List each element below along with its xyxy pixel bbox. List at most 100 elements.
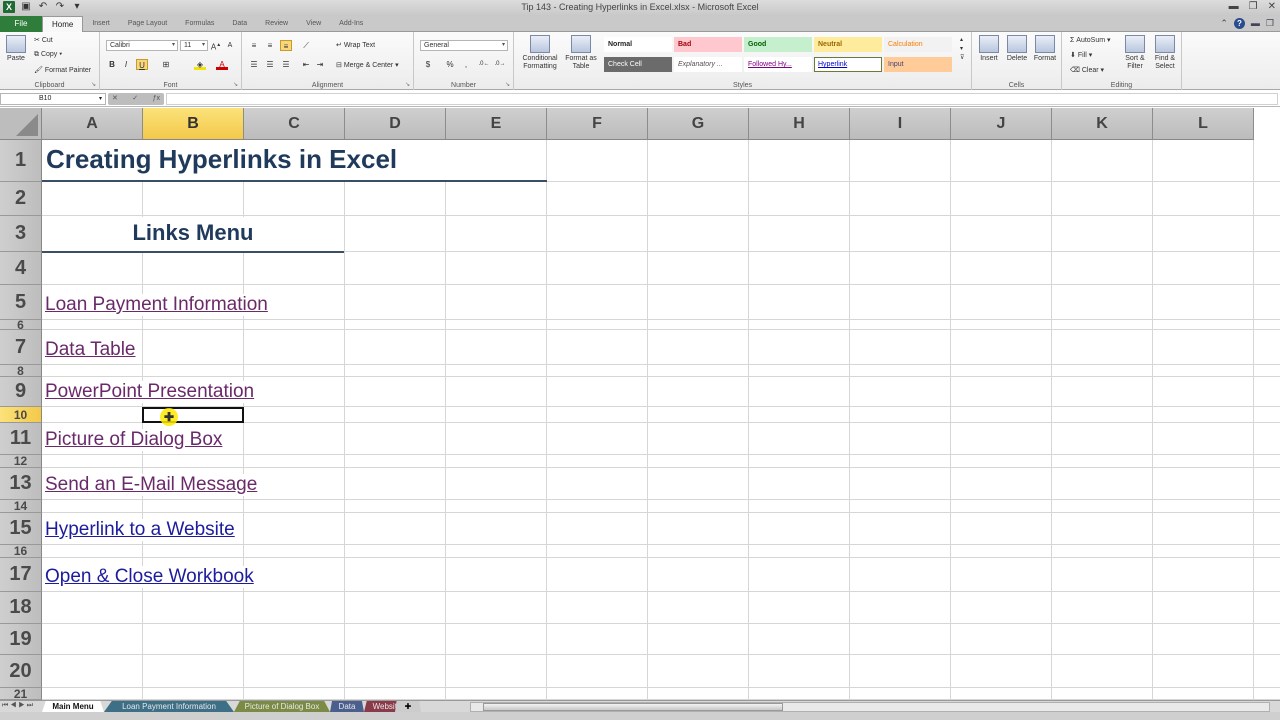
align-right-icon[interactable]: ☰ [280, 59, 292, 70]
align-center-icon[interactable]: ☰ [264, 59, 276, 70]
percent-button[interactable]: % [444, 59, 456, 70]
top-align-icon[interactable]: ≡ [248, 40, 260, 51]
hyperlink-hyperlink-to-a-website[interactable]: Hyperlink to a Website [45, 519, 235, 541]
dialog-launcher-icon[interactable]: ↘ [233, 81, 238, 88]
row-header-18[interactable]: 18 [0, 592, 42, 624]
horizontal-scrollbar[interactable] [470, 702, 1270, 712]
italic-button[interactable]: I [120, 59, 132, 70]
format-painter-button[interactable]: 🖌 Format Painter [34, 66, 91, 74]
row-header-15[interactable]: 15 [0, 513, 42, 545]
insert-sheet-icon[interactable]: ✚ [395, 701, 421, 712]
row-header-10[interactable]: 10 [0, 407, 42, 423]
hyperlink-open-close-workbook[interactable]: Open & Close Workbook [45, 566, 254, 588]
column-header-g[interactable]: G [648, 108, 749, 140]
row-header-12[interactable]: 12 [0, 455, 42, 468]
cell-style-neutral[interactable]: Neutral [814, 37, 882, 52]
worksheet-grid[interactable]: A B C D E F G H I J K L 1 2 3 4 5 6 7 8 9 10 11 12 13 14 15 16 17 18 1… [0, 108, 1280, 700]
decrease-indent-icon[interactable]: ⇤ [300, 59, 312, 70]
column-header-e[interactable]: E [446, 108, 547, 140]
dialog-launcher-icon[interactable]: ↘ [405, 81, 410, 88]
ribbon-minimize-icon[interactable]: ⌃ [1220, 18, 1228, 29]
tab-data[interactable]: Data [223, 16, 256, 32]
borders-icon[interactable]: ⊞ [160, 59, 172, 70]
autosum-button[interactable]: Σ AutoSum ▾ [1070, 36, 1111, 44]
cell-style-calculation[interactable]: Calculation [884, 37, 952, 52]
column-header-f[interactable]: F [547, 108, 648, 140]
cell-style-check-cell[interactable]: Check Cell [604, 57, 672, 72]
chevron-down-icon[interactable]: ▾ [99, 94, 102, 104]
comma-button[interactable]: , [460, 59, 472, 70]
hyperlink-picture-of-dialog-box[interactable]: Picture of Dialog Box [45, 429, 223, 451]
gallery-scroll-icon[interactable]: ▴ ▾ ⊽ [960, 36, 964, 63]
tab-formulas[interactable]: Formulas [176, 16, 223, 32]
align-left-icon[interactable]: ☰ [248, 59, 260, 70]
formula-input[interactable] [166, 93, 1278, 105]
number-format-select[interactable]: General ▾ [420, 40, 508, 51]
column-header-d[interactable]: D [345, 108, 446, 140]
clear-button[interactable]: ⌫ Clear ▾ [1070, 66, 1104, 74]
conditional-formatting-button[interactable]: Conditional Formatting [518, 35, 562, 71]
tab-file[interactable]: File [0, 16, 42, 32]
grow-font-icon[interactable]: A▲ [210, 40, 222, 52]
column-header-i[interactable]: I [850, 108, 951, 140]
row-header-21[interactable]: 21 [0, 688, 42, 700]
tab-home[interactable]: Home [42, 16, 84, 33]
tab-page-layout[interactable]: Page Layout [119, 16, 176, 32]
decrease-decimal-icon[interactable]: .0→ [494, 59, 506, 70]
sheet-tab-main-menu[interactable]: Main Menu [42, 701, 104, 712]
dialog-launcher-icon[interactable]: ↘ [91, 81, 96, 88]
tab-review[interactable]: Review [256, 16, 297, 32]
minimize-icon[interactable]: ▬ [1229, 1, 1239, 12]
confirm-entry-icon[interactable]: ✓ [132, 93, 138, 105]
column-header-k[interactable]: K [1052, 108, 1153, 140]
row-header-1[interactable]: 1 [0, 140, 42, 182]
dialog-launcher-icon[interactable]: ↘ [505, 81, 510, 88]
close-icon[interactable]: ✕ [1268, 1, 1276, 12]
orientation-icon[interactable]: ⟋ [300, 40, 312, 51]
shrink-font-icon[interactable]: A [224, 40, 236, 51]
insert-function-icon[interactable]: ƒx [153, 93, 160, 105]
format-as-table-button[interactable]: Format as Table [564, 35, 598, 71]
cell-style-normal[interactable]: Normal [604, 37, 672, 52]
font-size-select[interactable]: 11 ▾ [180, 40, 208, 51]
tab-add-ins[interactable]: Add-Ins [330, 16, 372, 32]
scrollbar-thumb[interactable] [483, 703, 783, 711]
active-cell-selection[interactable] [142, 407, 244, 423]
workbook-minimize-icon[interactable]: ▬ [1251, 18, 1260, 29]
restore-icon[interactable]: ❐ [1249, 1, 1258, 12]
row-header-3[interactable]: 3 [0, 216, 42, 252]
sort-filter-button[interactable]: Sort & Filter [1122, 35, 1148, 71]
middle-align-icon[interactable]: ≡ [264, 40, 276, 51]
hyperlink-send-an-e-mail-message[interactable]: Send an E-Mail Message [45, 474, 258, 496]
row-header-6[interactable]: 6 [0, 320, 42, 330]
underline-button[interactable]: U [136, 59, 148, 70]
hyperlink-loan-payment-information[interactable]: Loan Payment Information [45, 294, 268, 316]
row-header-7[interactable]: 7 [0, 330, 42, 365]
bottom-align-icon[interactable]: ≡ [280, 40, 292, 51]
sheet-tab-picture-of-dialog-box[interactable]: Picture of Dialog Box [234, 701, 330, 712]
column-header-h[interactable]: H [749, 108, 850, 140]
increase-decimal-icon[interactable]: .0← [478, 59, 490, 70]
cell-style-good[interactable]: Good [744, 37, 812, 52]
column-header-b[interactable]: B [143, 108, 244, 140]
row-header-5[interactable]: 5 [0, 285, 42, 320]
row-header-4[interactable]: 4 [0, 252, 42, 285]
delete-cells-button[interactable]: Delete [1004, 35, 1030, 63]
row-header-14[interactable]: 14 [0, 500, 42, 513]
select-all-button[interactable] [0, 108, 42, 140]
row-header-19[interactable]: 19 [0, 624, 42, 655]
row-header-20[interactable]: 20 [0, 655, 42, 688]
find-select-button[interactable]: Find & Select [1152, 35, 1178, 71]
row-header-9[interactable]: 9 [0, 377, 42, 407]
sheet-tab-loan-payment-information[interactable]: Loan Payment Information [104, 701, 234, 712]
cell-style-explanatory[interactable]: Explanatory ... [674, 57, 742, 72]
column-header-a[interactable]: A [42, 108, 143, 140]
row-header-16[interactable]: 16 [0, 545, 42, 558]
paste-button[interactable]: Paste [4, 35, 28, 63]
copy-button[interactable]: ⧉ Copy ▾ [34, 51, 62, 59]
increase-indent-icon[interactable]: ⇥ [314, 59, 326, 70]
row-header-2[interactable]: 2 [0, 182, 42, 216]
cut-button[interactable]: ✂ Cut [34, 36, 53, 44]
hyperlink-powerpoint-presentation[interactable]: PowerPoint Presentation [45, 381, 255, 403]
sheet-nav-buttons[interactable]: ⏮◀▶⏭ [2, 702, 35, 710]
